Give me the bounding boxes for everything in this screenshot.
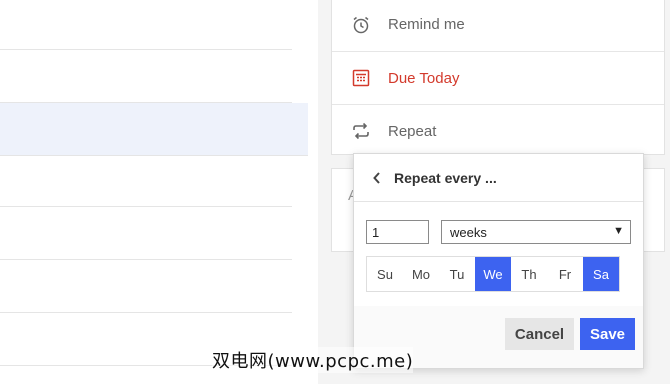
weekday-tu-toggle[interactable]: Tu [439,257,475,291]
weekday-selector: Su Mo Tu We Th Fr Sa [366,256,620,292]
repeat-icon [350,120,372,142]
repeat-unit-value: weeks [450,224,487,240]
repeat-popover: Repeat every ... weeks ▼ Su Mo Tu We Th … [353,153,644,369]
save-button[interactable]: Save [580,318,635,350]
cancel-button[interactable]: Cancel [505,318,574,350]
repeat-unit-select[interactable]: weeks ▼ [441,220,631,244]
due-today-row[interactable]: Due Today [332,51,664,104]
back-chevron-icon[interactable] [368,169,386,187]
weekday-fr-toggle[interactable]: Fr [547,257,583,291]
alarm-clock-icon [350,14,372,36]
weekday-we-toggle[interactable]: We [475,257,511,291]
task-list-pane [0,0,318,384]
remind-me-label: Remind me [388,16,465,33]
repeat-interval-input[interactable] [366,220,429,244]
watermark-text: 双电网(www.pcpc.me) [212,347,414,373]
weekday-mo-toggle[interactable]: Mo [403,257,439,291]
weekday-su-toggle[interactable]: Su [367,257,403,291]
task-list-row[interactable] [0,207,292,260]
repeat-popover-title: Repeat every ... [394,169,497,186]
task-list-row[interactable] [0,154,292,207]
task-list-row[interactable] [0,0,292,50]
calendar-due-icon [350,67,372,89]
repeat-label: Repeat [388,122,437,140]
remind-me-row[interactable]: Remind me [332,0,664,51]
task-list-row-selected[interactable] [0,103,308,156]
task-list-row[interactable] [0,50,292,103]
due-today-label: Due Today [388,69,460,87]
dropdown-arrow-icon: ▼ [613,225,624,237]
task-list-row[interactable] [0,260,292,313]
weekday-th-toggle[interactable]: Th [511,257,547,291]
repeat-popover-header: Repeat every ... [354,154,643,202]
repeat-row[interactable]: Repeat [332,104,664,157]
weekday-sa-toggle[interactable]: Sa [583,257,619,291]
task-options-card: Remind me Due Today Repeat [331,0,665,155]
